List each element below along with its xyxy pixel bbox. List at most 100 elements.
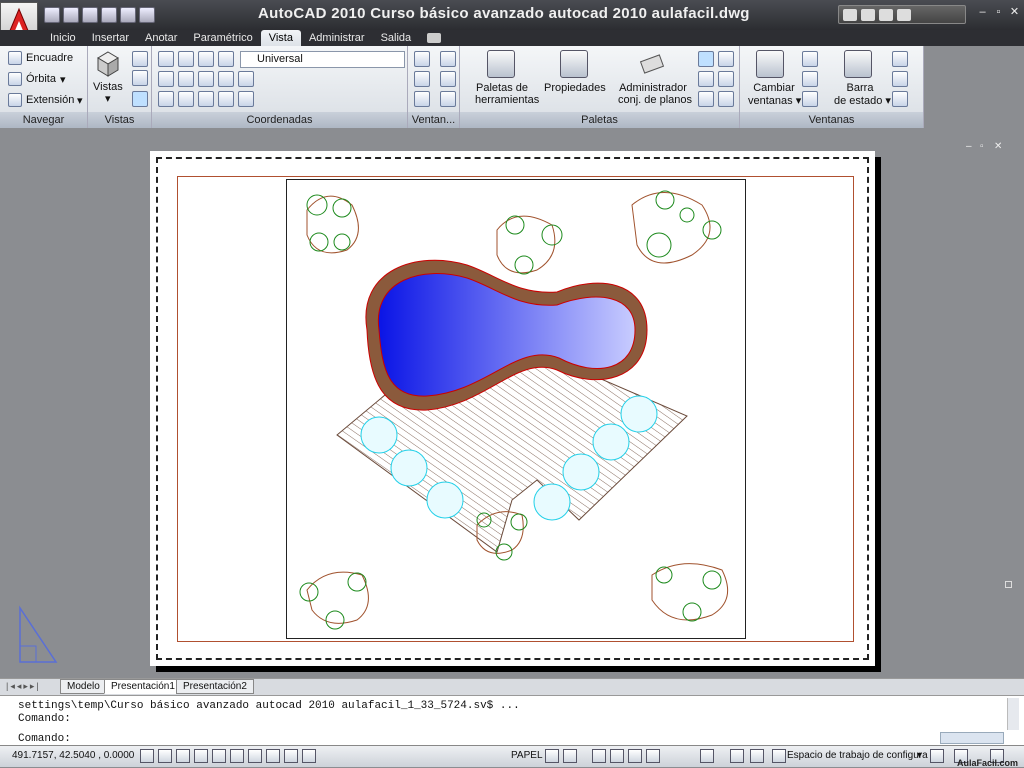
command-line-icon[interactable] xyxy=(698,51,714,67)
steering-wheel-icon[interactable] xyxy=(628,749,642,763)
coordinates-readout[interactable]: 491.7157, 42.5040 , 0.0000 xyxy=(12,750,134,761)
minimize-button[interactable]: – xyxy=(976,6,989,19)
viewport-config-icon[interactable] xyxy=(414,51,430,67)
tab-insertar[interactable]: Insertar xyxy=(84,30,137,46)
calculator-icon[interactable] xyxy=(718,71,734,87)
tab-parametrico[interactable]: Paramétrico xyxy=(185,30,260,46)
maximize-viewport-icon[interactable] xyxy=(700,749,714,763)
text-window-icon[interactable] xyxy=(892,91,908,107)
grid-icon[interactable] xyxy=(158,749,172,763)
ortho-icon[interactable] xyxy=(176,749,190,763)
ucs-object-icon[interactable] xyxy=(218,51,234,67)
viewport-polygonal-icon[interactable] xyxy=(414,91,430,107)
markup-icon[interactable] xyxy=(698,71,714,87)
tab-modelo[interactable]: Modelo xyxy=(60,679,107,694)
pan-status-icon[interactable] xyxy=(592,749,606,763)
chevron-down-icon[interactable]: ▾ xyxy=(60,73,66,86)
new-icon[interactable] xyxy=(44,7,60,23)
close-button[interactable]: ✕ xyxy=(1008,6,1021,19)
chevron-down-icon[interactable]: ▾ xyxy=(105,92,111,105)
designcenter-icon[interactable] xyxy=(698,91,714,107)
clean-screen-icon[interactable] xyxy=(892,51,908,67)
administrador-planos-button[interactable]: Administrador conj. de planos xyxy=(618,82,692,106)
drawing-restore-button[interactable]: ▫ xyxy=(980,142,990,152)
maximize-button[interactable]: ▫ xyxy=(992,6,1005,19)
communication-center-icon[interactable] xyxy=(861,8,875,21)
drawing-minimize-button[interactable]: – xyxy=(966,142,976,152)
paletas-herramientas-button[interactable]: Paletas de herramientas xyxy=(475,82,539,106)
scroll-grip-icon[interactable] xyxy=(1005,581,1012,588)
command-hscrollbar[interactable] xyxy=(940,732,1004,744)
ucs-previous-icon[interactable] xyxy=(198,91,214,107)
viewport-rect-icon[interactable] xyxy=(440,91,456,107)
named-views-icon[interactable] xyxy=(132,70,148,86)
view-cube-icon[interactable] xyxy=(96,50,120,78)
showmotion-icon[interactable] xyxy=(646,749,660,763)
lineweight-icon[interactable] xyxy=(284,749,298,763)
ucs-y-icon[interactable] xyxy=(178,71,194,87)
tile-vertical-icon[interactable] xyxy=(802,71,818,87)
ducs-icon[interactable] xyxy=(248,749,262,763)
chevron-down-icon[interactable]: ▾ xyxy=(77,94,83,107)
ucs-zaxis-icon[interactable] xyxy=(218,71,234,87)
quickcalc-icon[interactable] xyxy=(718,91,734,107)
plot-icon[interactable] xyxy=(139,7,155,23)
tab-administrar[interactable]: Administrar xyxy=(301,30,373,46)
cambiar-ventanas-button[interactable]: Cambiar ventanas ▾ xyxy=(748,82,801,107)
cascade-icon[interactable] xyxy=(802,91,818,107)
ribbon-minimize-icon[interactable] xyxy=(427,33,442,43)
viewport-named-icon[interactable] xyxy=(440,51,456,67)
ucs-icon[interactable] xyxy=(158,51,174,67)
tile-horizontal-icon[interactable] xyxy=(802,51,818,67)
lock-icon[interactable] xyxy=(930,749,944,763)
workspace-icon[interactable] xyxy=(772,749,786,763)
dyn-icon[interactable] xyxy=(266,749,280,763)
redo-icon[interactable] xyxy=(120,7,136,23)
drawing-close-button[interactable]: ✕ xyxy=(994,142,1004,152)
barra-estado-button[interactable]: Barra de estado ▾ xyxy=(834,82,891,107)
help-icon[interactable] xyxy=(897,8,911,21)
dbconnect-icon[interactable] xyxy=(718,51,734,67)
ucs-z-icon[interactable] xyxy=(198,71,214,87)
orbita-button[interactable]: Órbita xyxy=(26,73,56,85)
ucs-view-icon[interactable] xyxy=(198,51,214,67)
chevron-down-icon[interactable]: ▾ xyxy=(917,750,922,761)
ucs-face-icon[interactable] xyxy=(158,91,174,107)
annotation-scale-icon[interactable] xyxy=(730,749,744,763)
zoom-status-icon[interactable] xyxy=(610,749,624,763)
tab-nav-arrows-icon[interactable]: |◂◂▸▸| xyxy=(6,681,41,692)
visual-style-icon[interactable] xyxy=(132,91,148,107)
ucs-x-icon[interactable] xyxy=(158,71,174,87)
snap-icon[interactable] xyxy=(140,749,154,763)
favorites-icon[interactable] xyxy=(879,8,893,21)
ucs-manager-icon[interactable] xyxy=(238,91,254,107)
layout-view-icon[interactable] xyxy=(563,749,577,763)
tab-presentacion1[interactable]: Presentación1 xyxy=(104,679,182,694)
workspace-switch[interactable]: Espacio de trabajo de configura xyxy=(787,750,928,761)
tab-salida[interactable]: Salida xyxy=(373,30,420,46)
encuadre-button[interactable]: Encuadre xyxy=(26,52,73,64)
viewport-join-icon[interactable] xyxy=(440,71,456,87)
undo-icon[interactable] xyxy=(101,7,117,23)
model-view-icon[interactable] xyxy=(545,749,559,763)
ucs-3point-icon[interactable] xyxy=(238,71,254,87)
qp-icon[interactable] xyxy=(302,749,316,763)
tab-vista[interactable]: Vista xyxy=(260,30,301,46)
tab-inicio[interactable]: Inicio xyxy=(42,30,84,46)
layout-viewport[interactable] xyxy=(286,179,746,639)
osnap-icon[interactable] xyxy=(212,749,226,763)
command-prompt[interactable]: Comando: xyxy=(18,733,71,745)
save-icon[interactable] xyxy=(82,7,98,23)
open-icon[interactable] xyxy=(63,7,79,23)
space-toggle[interactable]: PAPEL xyxy=(511,750,543,761)
lock-ui-icon[interactable] xyxy=(892,71,908,87)
polar-icon[interactable] xyxy=(194,749,208,763)
search-icon[interactable] xyxy=(843,8,857,21)
ucs-world-icon[interactable] xyxy=(178,91,194,107)
otrack-icon[interactable] xyxy=(230,749,244,763)
propiedades-button[interactable]: Propiedades xyxy=(544,82,606,94)
viewport-clip-icon[interactable] xyxy=(414,71,430,87)
tab-presentacion2[interactable]: Presentación2 xyxy=(176,679,254,694)
ucs-combo[interactable]: Universal xyxy=(240,51,405,68)
ucs-origin-icon[interactable] xyxy=(178,51,194,67)
